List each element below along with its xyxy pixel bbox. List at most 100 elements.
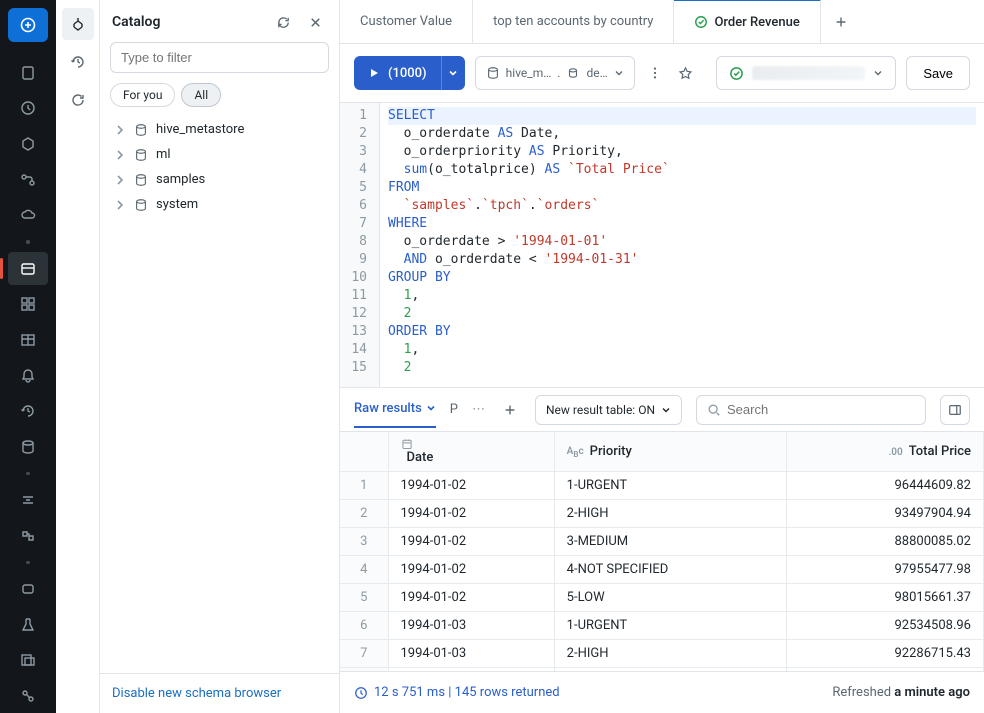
nav-cloud-icon[interactable] xyxy=(8,199,48,233)
nav-dashboards-icon[interactable] xyxy=(8,287,48,321)
new-button[interactable] xyxy=(8,8,48,42)
catalog-tree: hive_metastoreml samplessystem xyxy=(100,117,339,673)
nav-workflows-icon[interactable] xyxy=(8,163,48,197)
chip-all[interactable]: All xyxy=(181,83,221,107)
catalog-selector[interactable]: hive_m… . de… xyxy=(475,56,635,90)
tree-item-label: ml xyxy=(156,147,171,162)
db-icon xyxy=(134,123,150,137)
editor-gutter: 123456789101112131415 xyxy=(340,103,380,387)
table-row[interactable]: 31994-01-023-MEDIUM88800085.02 xyxy=(340,528,984,556)
nav-warehouse-icon[interactable] xyxy=(8,430,48,464)
tree-item[interactable]: ml xyxy=(106,142,333,167)
query-tab[interactable]: top ten accounts by country xyxy=(473,0,674,44)
row-number: 4 xyxy=(340,556,388,584)
rail-separator-icon xyxy=(26,561,30,564)
status-refreshed: Refreshed a minute ago xyxy=(832,685,970,700)
nav-tables-icon[interactable] xyxy=(8,323,48,357)
close-icon[interactable] xyxy=(303,10,327,34)
table-row[interactable]: 71994-01-032-HIGH92286715.43 xyxy=(340,640,984,668)
query-tab[interactable]: Customer Value xyxy=(340,0,473,44)
add-visualization-icon[interactable] xyxy=(499,399,521,421)
add-tab-button[interactable] xyxy=(821,15,861,29)
cell: 1994-01-02 xyxy=(388,528,554,556)
column-header[interactable]: Date xyxy=(388,432,554,472)
tree-item[interactable]: hive_metastore xyxy=(106,117,333,142)
sql-editor[interactable]: 123456789101112131415 SELECT o_orderdate… xyxy=(340,103,984,388)
row-number: 2 xyxy=(340,500,388,528)
tree-item[interactable]: samples xyxy=(106,167,333,192)
nav-sql-icon[interactable] xyxy=(8,252,48,286)
table-row[interactable]: 11994-01-021-URGENT96444609.82 xyxy=(340,472,984,500)
db-icon xyxy=(134,198,150,212)
column-label: Date xyxy=(407,450,434,465)
nav-notebook-icon[interactable] xyxy=(8,56,48,90)
nav-alerts-icon[interactable] xyxy=(8,359,48,393)
sidebar-history-icon[interactable] xyxy=(62,46,94,78)
cell: 1-URGENT xyxy=(554,612,786,640)
table-row[interactable]: 21994-01-022-HIGH93497904.94 xyxy=(340,500,984,528)
chevron-right-icon xyxy=(114,174,128,186)
results-header: Raw results P ⋯ New result table: ON xyxy=(340,388,984,432)
chevron-right-icon xyxy=(114,124,128,136)
column-header[interactable]: .00Total Price xyxy=(786,432,983,472)
chip-for-you[interactable]: For you xyxy=(110,83,175,107)
kebab-icon[interactable] xyxy=(645,62,666,84)
more-icon[interactable]: ⋯ xyxy=(472,402,485,417)
nav-pipelines-icon[interactable] xyxy=(8,519,48,553)
chevron-down-icon xyxy=(614,68,624,78)
new-result-table-label: New result table: ON xyxy=(546,403,655,417)
schema-selector-label: de… xyxy=(586,66,607,80)
nav-rail xyxy=(0,0,56,713)
new-result-table-toggle[interactable]: New result table: ON xyxy=(535,395,682,425)
results-table-wrap[interactable]: Date ABcPriority.00Total Price 11994-01-0… xyxy=(340,432,984,671)
column-label: Total Price xyxy=(909,444,971,459)
results-search[interactable] xyxy=(696,395,926,425)
nav-features-icon[interactable] xyxy=(8,644,48,678)
cell: 92534508.96 xyxy=(786,612,983,640)
results-tab-raw[interactable]: Raw results xyxy=(354,401,436,428)
table-row[interactable]: 41994-01-024-NOT SPECIFIED97955477.98 xyxy=(340,556,984,584)
sidebar-refresh-icon[interactable] xyxy=(62,84,94,116)
row-number: 8 xyxy=(340,668,388,672)
results-tab-other[interactable]: P xyxy=(450,402,458,417)
catalog-filter-input[interactable] xyxy=(110,42,329,73)
save-button[interactable]: Save xyxy=(906,56,970,90)
editor-code[interactable]: SELECT o_orderdate AS Date, o_orderprior… xyxy=(380,103,984,387)
check-circle-icon xyxy=(694,15,708,29)
cell: 93497904.94 xyxy=(786,500,983,528)
cell: 1994-01-02 xyxy=(388,472,554,500)
tab-label: Order Revenue xyxy=(714,15,799,30)
nav-serving-icon[interactable] xyxy=(8,679,48,713)
nav-experiments-icon[interactable] xyxy=(8,608,48,642)
run-button-main[interactable]: (1000) xyxy=(354,56,441,90)
results-table: Date ABcPriority.00Total Price 11994-01-0… xyxy=(340,432,984,671)
row-number: 6 xyxy=(340,612,388,640)
catalog-icon xyxy=(486,66,500,80)
run-button[interactable]: (1000) xyxy=(354,56,465,90)
disable-schema-browser-link[interactable]: Disable new schema browser xyxy=(112,686,281,701)
cell: 3-MEDIUM xyxy=(554,528,786,556)
sidebar-schema-icon[interactable] xyxy=(62,8,94,40)
run-dropdown[interactable] xyxy=(441,56,465,90)
results-tab-label: Raw results xyxy=(354,401,422,416)
nav-recent-icon[interactable] xyxy=(8,91,48,125)
star-icon[interactable] xyxy=(675,62,696,84)
cell: 1994-01-02 xyxy=(388,584,554,612)
table-row[interactable]: 61994-01-031-URGENT92534508.96 xyxy=(340,612,984,640)
nav-ingestion-icon[interactable] xyxy=(8,483,48,517)
layout-toggle-icon[interactable] xyxy=(940,395,970,425)
cell: 98015661.37 xyxy=(786,584,983,612)
tree-item[interactable]: system xyxy=(106,192,333,217)
table-row[interactable]: 51994-01-025-LOW98015661.37 xyxy=(340,584,984,612)
table-row[interactable]: 81994-01-033-MEDIUM93521575.91 xyxy=(340,668,984,672)
nav-models-icon[interactable] xyxy=(8,572,48,606)
nav-data-icon[interactable] xyxy=(8,127,48,161)
query-tab[interactable]: Order Revenue xyxy=(674,0,820,43)
column-header[interactable]: ABcPriority xyxy=(554,432,786,472)
compute-selector[interactable] xyxy=(716,56,896,90)
refresh-icon[interactable] xyxy=(271,10,295,34)
nav-history-icon[interactable] xyxy=(8,395,48,429)
status-runtime-text: 12 s 751 ms | 145 rows returned xyxy=(374,685,560,700)
results-search-input[interactable] xyxy=(727,402,915,417)
row-number: 7 xyxy=(340,640,388,668)
